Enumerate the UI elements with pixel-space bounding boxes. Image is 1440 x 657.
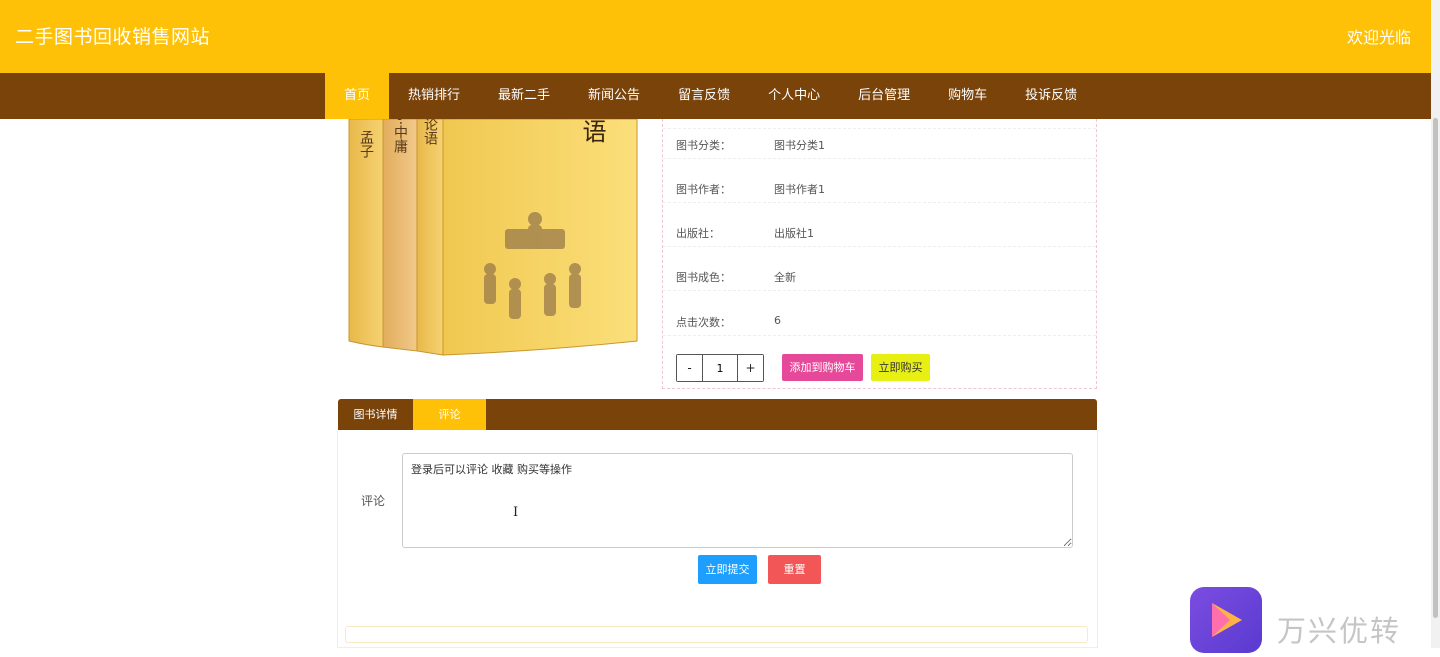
info-label: 图书分类： [676, 139, 731, 152]
buy-now-button[interactable]: 立即购买 [871, 354, 930, 381]
nav-item-hot-ranking[interactable]: 热销排行 [389, 73, 479, 119]
info-row-author: 图书作者： 图书作者1 [663, 159, 1096, 203]
top-header: 二手图书回收销售网站 欢迎光临 [0, 0, 1440, 73]
info-row-publisher: 出版社： 出版社1 [663, 203, 1096, 247]
nav-item-complaints[interactable]: 投诉反馈 [1006, 73, 1096, 119]
tab-book-details[interactable]: 图书详情 [338, 399, 413, 430]
submit-button[interactable]: 立即提交 [698, 555, 757, 584]
info-row-condition: 图书成色： 全新 [663, 247, 1096, 291]
comment-list [345, 626, 1088, 643]
tab-comments[interactable]: 评论 [413, 399, 486, 430]
nav-item-cart[interactable]: 购物车 [929, 73, 1006, 119]
nav-item-messages[interactable]: 留言反馈 [659, 73, 749, 119]
quantity-decrease-button[interactable]: - [677, 355, 702, 381]
welcome-text: 欢迎光临 [1346, 28, 1411, 47]
quantity-increase-button[interactable]: + [738, 355, 763, 381]
info-row-clicks: 点击次数： 6 [663, 292, 1096, 336]
info-value: 全新 [774, 271, 796, 284]
comment-textarea[interactable]: 登录后可以评论 收藏 购买等操作 [402, 453, 1073, 548]
info-value: 6 [774, 314, 781, 327]
page-scrollbar[interactable] [1431, 0, 1440, 648]
info-label: 图书成色： [676, 271, 731, 284]
info-value: 图书分类1 [774, 139, 825, 152]
info-value: 出版社1 [774, 227, 814, 240]
add-to-cart-button[interactable]: 添加到购物车 [782, 354, 863, 381]
reset-button[interactable]: 重置 [768, 555, 821, 584]
cover-title-mengzi: 孟子 [358, 130, 374, 158]
info-label: 点击次数： [676, 316, 731, 329]
quantity-stepper: - + [676, 354, 764, 382]
cover-title-daxue: 大学·中庸 [392, 119, 408, 154]
watermark-text: 万兴优转 [1277, 614, 1402, 648]
cover-title-lunyu: 论语 [578, 119, 606, 143]
nav-item-admin[interactable]: 后台管理 [839, 73, 929, 119]
info-label: 图书作者： [676, 183, 731, 196]
book-info-panel: 图书分类： 图书分类1 图书作者： 图书作者1 出版社： 出版社1 图书成色： … [662, 119, 1097, 389]
watermark-logo-icon [1190, 587, 1262, 653]
book-cover-image: 孟子 大学·中庸 论语 论语 [345, 119, 640, 359]
cover-title-lunyu-spine: 论语 [422, 119, 438, 145]
nav-item-home[interactable]: 首页 [325, 73, 390, 119]
nav-list: 首页 热销排行 最新二手 新闻公告 留言反馈 个人中心 后台管理 购物车 投诉反… [325, 73, 1096, 119]
info-row-category: 图书分类： 图书分类1 [663, 115, 1096, 159]
site-title[interactable]: 二手图书回收销售网站 [15, 22, 210, 49]
quantity-input[interactable] [702, 355, 738, 381]
scrollbar-thumb[interactable] [1433, 118, 1438, 618]
main-nav: 首页 热销排行 最新二手 新闻公告 留言反馈 个人中心 后台管理 购物车 投诉反… [0, 73, 1440, 119]
info-value: 图书作者1 [774, 183, 825, 196]
nav-item-latest-used[interactable]: 最新二手 [479, 73, 569, 119]
info-label: 出版社： [676, 227, 720, 240]
nav-item-news[interactable]: 新闻公告 [569, 73, 659, 119]
nav-item-personal-center[interactable]: 个人中心 [749, 73, 839, 119]
text-cursor-icon: I [513, 505, 519, 520]
comment-label: 评论 [361, 494, 386, 508]
tab-bar: 图书详情 评论 [338, 399, 1097, 430]
